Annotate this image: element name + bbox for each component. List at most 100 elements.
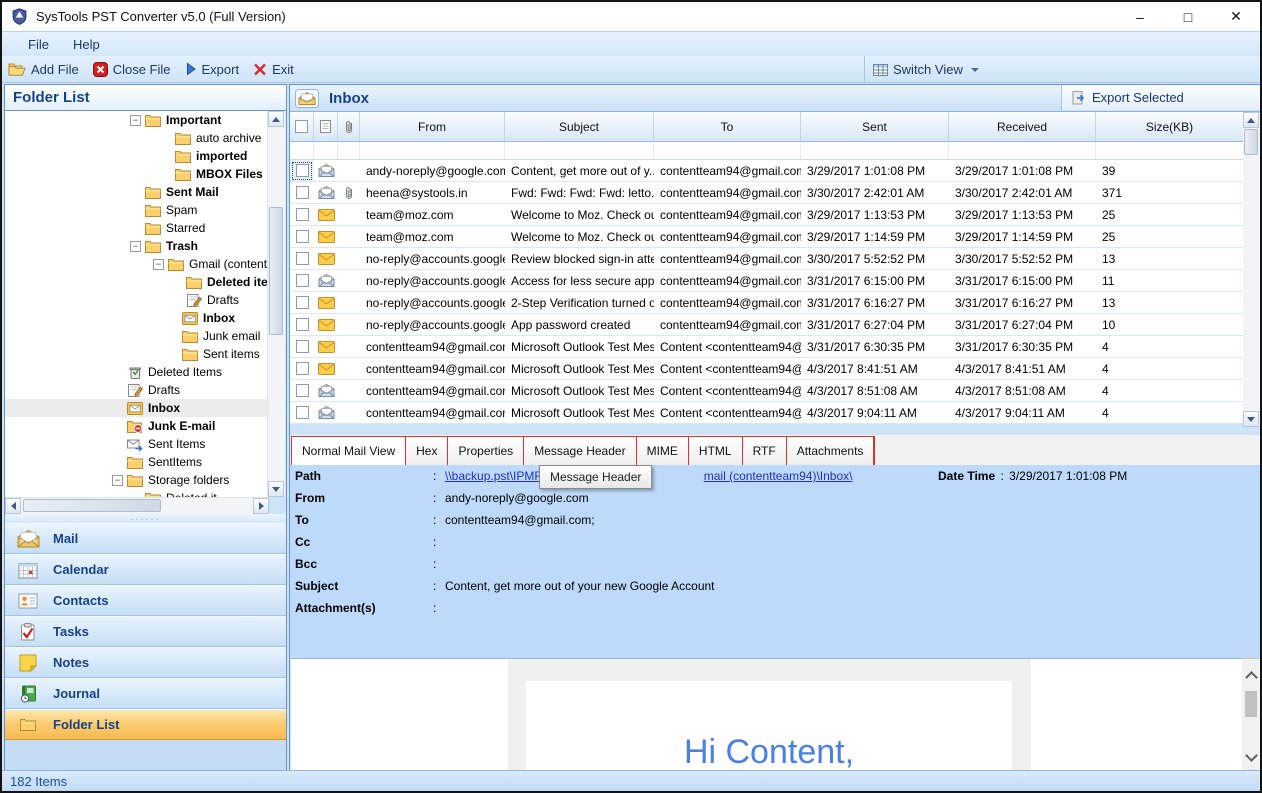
mail-row[interactable]: contentteam94@gmail.comMicrosoft Outlook…	[290, 358, 1244, 380]
scroll-up-button[interactable]	[1243, 112, 1259, 128]
nav-contacts-button[interactable]: Contacts	[5, 585, 286, 616]
tree-item-starred[interactable]: Starred	[5, 219, 268, 237]
mail-row[interactable]: team@moz.comWelcome to Moz. Check out...…	[290, 226, 1244, 248]
nav-mail-button[interactable]: Mail	[5, 523, 286, 554]
tab-message-header[interactable]: Message Header	[524, 437, 636, 465]
mail-row[interactable]: heena@systools.inFwd: Fwd: Fwd: Fwd: let…	[290, 182, 1244, 204]
collapse-minus-icon[interactable]: −	[112, 475, 123, 486]
tree-item-mbox-files[interactable]: MBOX Files	[5, 165, 268, 183]
menu-item-help[interactable]: Help	[61, 34, 112, 55]
menu-item-file[interactable]: File	[16, 34, 61, 55]
mail-row[interactable]: no-reply@accounts.google....Review block…	[290, 248, 1244, 270]
scroll-up-button[interactable]	[268, 111, 284, 127]
row-checkbox[interactable]	[290, 380, 314, 402]
column-header-received[interactable]: Received	[949, 112, 1096, 142]
export-button[interactable]: Export	[179, 60, 248, 79]
row-checkbox[interactable]	[290, 336, 314, 358]
scrollbar-thumb[interactable]	[269, 207, 283, 335]
nav-journal-button[interactable]: Journal	[5, 678, 286, 709]
row-checkbox[interactable]	[290, 226, 314, 248]
column-header-sizekb[interactable]: Size(KB)	[1096, 112, 1244, 142]
tree-item-deleted-items[interactable]: Deleted Items	[5, 363, 268, 381]
tree-item-sentitems[interactable]: SentItems	[5, 453, 268, 471]
folder-tree-vertical-scrollbar[interactable]	[267, 111, 285, 497]
tree-item-auto-archive[interactable]: auto archive	[5, 129, 268, 147]
tree-item-sent-items[interactable]: Sent Items	[5, 435, 268, 453]
tab-attachments[interactable]: Attachments	[787, 437, 875, 465]
scrollbar-thumb[interactable]	[23, 499, 161, 512]
tree-item-deleted-ite[interactable]: Deleted ite	[5, 273, 268, 291]
scroll-down-chevron-icon[interactable]	[1245, 749, 1258, 762]
mail-row[interactable]: no-reply@accounts.google....Access for l…	[290, 270, 1244, 292]
tab-html[interactable]: HTML	[689, 437, 743, 465]
tab-mime[interactable]: MIME	[637, 437, 689, 465]
minimize-button[interactable]: –	[1116, 2, 1164, 31]
tab-rtf[interactable]: RTF	[743, 437, 787, 465]
column-header-sent[interactable]: Sent	[801, 112, 949, 142]
tree-item-sent-mail[interactable]: Sent Mail	[5, 183, 268, 201]
tree-item-junk-e-mail[interactable]: Junk E-mail	[5, 417, 268, 435]
select-all-checkbox[interactable]	[290, 112, 314, 142]
mail-row[interactable]: no-reply@accounts.google....App password…	[290, 314, 1244, 336]
tab-normal-mail-view[interactable]: Normal Mail View	[292, 437, 406, 465]
tree-item-imported[interactable]: imported	[5, 147, 268, 165]
scrollbar-thumb[interactable]	[1245, 691, 1257, 717]
tree-item-junk-email[interactable]: Junk email	[5, 327, 268, 345]
collapse-minus-icon[interactable]: −	[130, 115, 141, 126]
mail-row[interactable]: contentteam94@gmail.comMicrosoft Outlook…	[290, 336, 1244, 358]
row-checkbox[interactable]	[290, 160, 314, 182]
mail-table-scrollbar[interactable]	[1243, 112, 1260, 427]
attachment-column-icon[interactable]	[338, 112, 360, 142]
mail-row[interactable]: contentteam94@gmail.comMicrosoft Outlook…	[290, 380, 1244, 402]
tab-properties[interactable]: Properties	[448, 437, 524, 465]
switch-view-button[interactable]: Switch View	[864, 56, 979, 83]
scroll-right-button[interactable]	[253, 498, 269, 514]
panel-splitter[interactable]: ······	[5, 514, 286, 523]
scroll-down-button[interactable]	[268, 481, 284, 497]
row-checkbox[interactable]	[290, 292, 314, 314]
preview-scrollbar[interactable]	[1242, 658, 1260, 773]
scroll-down-button[interactable]	[1243, 411, 1259, 427]
row-checkbox[interactable]	[290, 358, 314, 380]
folder-tree-horizontal-scrollbar[interactable]	[5, 497, 269, 514]
mail-row[interactable]: team@moz.comWelcome to Moz. Check out...…	[290, 204, 1244, 226]
scroll-left-button[interactable]	[5, 498, 21, 514]
tree-item-drafts[interactable]: Drafts	[5, 291, 268, 309]
collapse-minus-icon[interactable]: −	[130, 241, 141, 252]
add-file-button[interactable]: Add File	[2, 60, 87, 79]
tree-item-spam[interactable]: Spam	[5, 201, 268, 219]
tree-item-inbox[interactable]: Inbox	[5, 309, 268, 327]
scrollbar-thumb[interactable]	[1244, 129, 1258, 155]
tree-item-gmail-content[interactable]: −Gmail (content	[5, 255, 268, 273]
row-checkbox[interactable]	[290, 204, 314, 226]
read-state-column-icon[interactable]	[314, 112, 338, 142]
column-header-to[interactable]: To	[654, 112, 801, 142]
tree-item-trash[interactable]: −Trash	[5, 237, 268, 255]
tree-item-important[interactable]: −Important	[5, 111, 268, 129]
mail-row[interactable]: andy-noreply@google.comContent, get more…	[290, 160, 1244, 182]
column-header-subject[interactable]: Subject	[505, 112, 654, 142]
export-selected-button[interactable]: Export Selected	[1061, 85, 1261, 110]
nav-calendar-button[interactable]: Calendar	[5, 554, 286, 585]
collapse-minus-icon[interactable]: −	[153, 259, 164, 270]
tree-item-storage-folders[interactable]: −Storage folders	[5, 471, 268, 489]
tab-hex[interactable]: Hex	[406, 437, 448, 465]
tree-item-sent-items[interactable]: Sent items	[5, 345, 268, 363]
tree-item-drafts[interactable]: Drafts	[5, 381, 268, 399]
maximize-button[interactable]: □	[1164, 2, 1212, 31]
nav-notes-button[interactable]: Notes	[5, 647, 286, 678]
tree-item-deleted-it[interactable]: Deleted it	[5, 489, 268, 497]
row-checkbox[interactable]	[290, 402, 314, 424]
row-checkbox[interactable]	[290, 270, 314, 292]
nav-tasks-button[interactable]: Tasks	[5, 616, 286, 647]
mail-row[interactable]: contentteam94@gmail.comMicrosoft Outlook…	[290, 402, 1244, 424]
exit-button[interactable]: Exit	[247, 60, 302, 79]
nav-folder-list-button[interactable]: Folder List	[5, 709, 286, 740]
scroll-up-chevron-icon[interactable]	[1245, 671, 1258, 684]
row-checkbox[interactable]	[290, 182, 314, 204]
close-file-button[interactable]: Close File	[87, 60, 179, 79]
close-button[interactable]: ✕	[1212, 2, 1260, 31]
column-header-from[interactable]: From	[360, 112, 505, 142]
tree-item-inbox[interactable]: Inbox	[5, 399, 268, 417]
row-checkbox[interactable]	[290, 314, 314, 336]
